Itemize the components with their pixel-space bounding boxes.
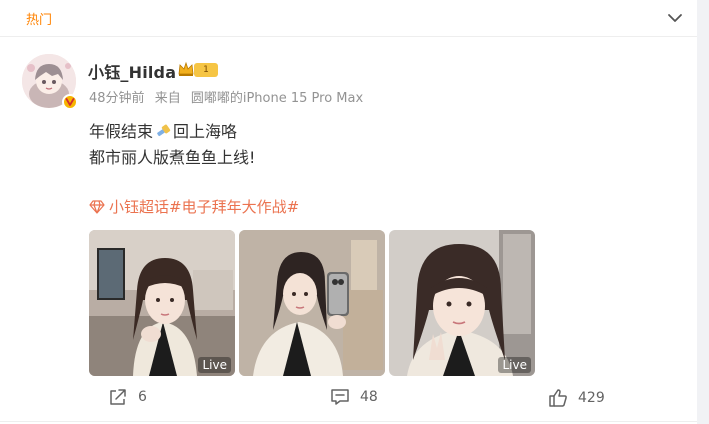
thumbs-up-icon [549, 389, 567, 407]
chevron-down-icon[interactable] [666, 9, 684, 27]
topic-links[interactable]: 小钰超话#电子拜年大作战# [89, 196, 299, 217]
section-label: 热门 [26, 13, 53, 28]
page-background-strip [697, 0, 709, 424]
weibo-post-card: 热门 小钰_Hilda 1 48分钟前 来自 圆嘟嘟的iPhone 15 Pro [0, 0, 697, 424]
repost-icon [110, 389, 126, 405]
vip-crown-icon[interactable] [177, 61, 195, 77]
post-text-1a: 年假结束 [89, 122, 154, 141]
post-text-line-1: 年假结束 回上海咯 [89, 118, 237, 142]
repost-count: 6 [138, 389, 147, 405]
comment-icon [331, 389, 349, 405]
author-name[interactable]: 小钰_Hilda [88, 59, 176, 83]
comment-button[interactable]: 48 [330, 388, 378, 406]
post-meta: 48分钟前 来自 圆嘟嘟的iPhone 15 Pro Max [89, 87, 369, 106]
post-text-1b: 回上海咯 [173, 122, 238, 141]
comment-count: 48 [360, 389, 378, 405]
like-count: 429 [578, 390, 605, 406]
post-image[interactable] [239, 230, 385, 376]
member-level-badge[interactable]: 1 [194, 63, 218, 77]
divider [0, 421, 697, 422]
repost-button[interactable]: 6 [108, 388, 147, 406]
post-text-line-2: 都市丽人版煮鱼鱼上线! [89, 148, 256, 167]
post-image[interactable]: Live [389, 230, 535, 376]
live-badge: Live [498, 357, 531, 373]
post-source: 圆嘟嘟的iPhone 15 Pro Max [190, 91, 364, 106]
like-button[interactable]: 429 [548, 388, 605, 408]
hammer-emoji-icon [157, 124, 171, 137]
source-prefix: 来自 [154, 91, 181, 106]
verified-badge-icon [62, 94, 78, 110]
live-badge: Live [198, 357, 231, 373]
feed-header: 热门 [0, 0, 697, 37]
post-image[interactable]: Live [89, 230, 235, 376]
diamond-icon [89, 199, 105, 214]
topic-text[interactable]: 小钰超话#电子拜年大作战# [109, 196, 299, 217]
post-time[interactable]: 48分钟前 [89, 91, 145, 106]
